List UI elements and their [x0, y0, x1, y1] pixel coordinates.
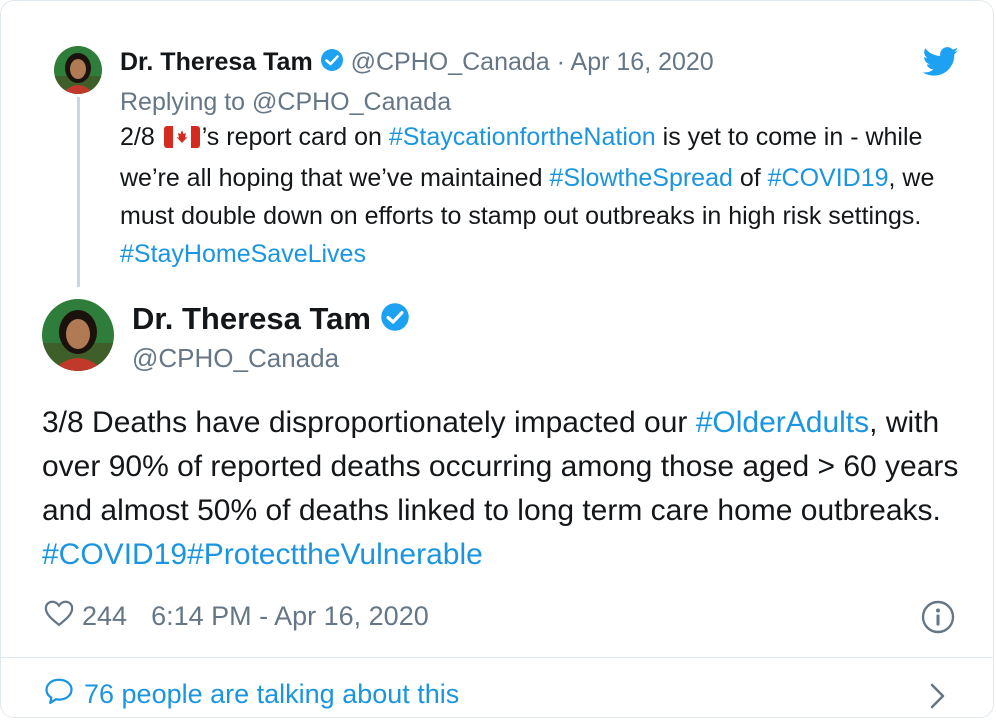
hashtag-link[interactable]: #COVID19	[768, 164, 889, 192]
info-icon[interactable]	[920, 599, 956, 635]
footer-divider	[1, 657, 993, 658]
heart-icon[interactable]	[44, 599, 74, 634]
conversation-link[interactable]: 76 people are talking about this	[44, 677, 459, 712]
hashtag-link[interactable]: #OlderAdults	[696, 406, 869, 439]
main-handle[interactable]: @CPHO_Canada	[132, 342, 339, 374]
hashtag-link[interactable]: #COVID19	[42, 538, 187, 571]
hashtag-link[interactable]: #StayHomeSaveLives	[120, 240, 366, 268]
reply-header: Dr. Theresa Tam @CPHO_Canada · Apr 16, 2…	[120, 47, 714, 79]
twitter-bird-icon[interactable]	[922, 47, 959, 77]
reply-text-part: 2/8	[120, 123, 162, 151]
verified-badge-icon	[380, 302, 410, 340]
reply-separator: ·	[556, 48, 565, 76]
verified-badge-icon	[320, 48, 344, 79]
replying-to[interactable]: Replying to @CPHO_Canada	[120, 87, 451, 117]
main-tweet-text: 3/8 Deaths have disproportionately impac…	[42, 401, 972, 577]
main-text-part: 3/8 Deaths have disproportionately impac…	[42, 406, 696, 439]
chevron-right-icon[interactable]	[927, 681, 949, 711]
reply-tweet-text: 2/8 ’s report card on #StaycationfortheN…	[120, 118, 950, 273]
main-author-name-text[interactable]: Dr. Theresa Tam	[132, 301, 371, 336]
hashtag-link[interactable]: #ProtecttheVulnerable	[187, 538, 483, 571]
canada-flag-emoji	[163, 121, 200, 159]
main-author-name: Dr. Theresa Tam	[132, 301, 410, 340]
reply-text-part: of	[732, 164, 768, 192]
tweet-card: Dr. Theresa Tam @CPHO_Canada · Apr 16, 2…	[0, 0, 994, 718]
reply-author-name[interactable]: Dr. Theresa Tam	[120, 48, 313, 76]
tweet-timestamp[interactable]: 6:14 PM - Apr 16, 2020	[151, 601, 429, 632]
tweet-meta: 244 6:14 PM - Apr 16, 2020	[44, 598, 429, 634]
hashtag-link[interactable]: #SlowtheSpread	[549, 164, 732, 192]
speech-bubble-icon	[44, 677, 74, 712]
like-count[interactable]: 244	[82, 601, 127, 632]
reply-avatar[interactable]	[54, 46, 102, 94]
hashtag-link[interactable]: #StaycationfortheNation	[389, 123, 656, 151]
talking-label[interactable]: 76 people are talking about this	[84, 679, 459, 710]
reply-text-part: ’s report card on	[201, 123, 389, 151]
main-avatar[interactable]	[42, 299, 114, 371]
reply-date[interactable]: Apr 16, 2020	[571, 48, 714, 76]
reply-handle[interactable]: @CPHO_Canada	[351, 48, 550, 76]
thread-line	[77, 97, 80, 287]
